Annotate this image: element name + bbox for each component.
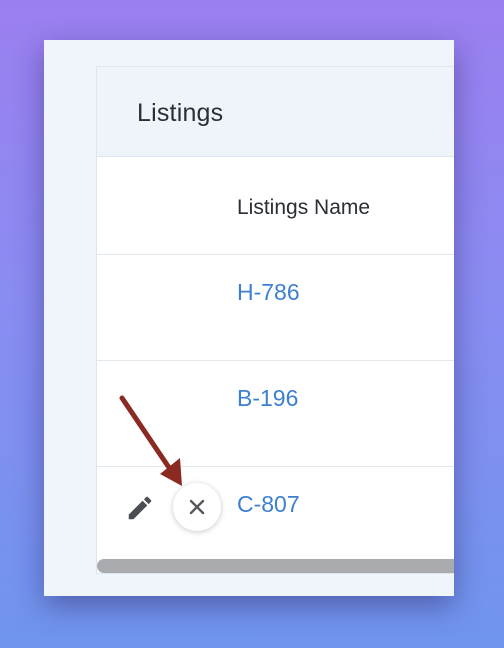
app-window: Listings Listings Name H-786 B-196 C-807 [44,40,454,596]
listings-card: Listings Listings Name H-786 B-196 C-807 [96,66,454,574]
table-header: Listings Name [97,157,454,255]
card-header: Listings [97,67,454,157]
listing-link[interactable]: C-807 [237,491,300,518]
close-icon [189,499,205,515]
listing-link[interactable]: B-196 [237,385,298,412]
listing-link[interactable]: H-786 [237,279,300,306]
table-row: C-807 [97,467,454,573]
horizontal-scrollbar[interactable] [97,559,454,573]
page-title: Listings [137,99,224,127]
table-row: B-196 [97,361,454,467]
delete-button[interactable] [173,483,221,531]
pencil-icon[interactable] [125,493,155,523]
column-header-listings-name: Listings Name [237,196,371,219]
table-row: H-786 [97,255,454,361]
